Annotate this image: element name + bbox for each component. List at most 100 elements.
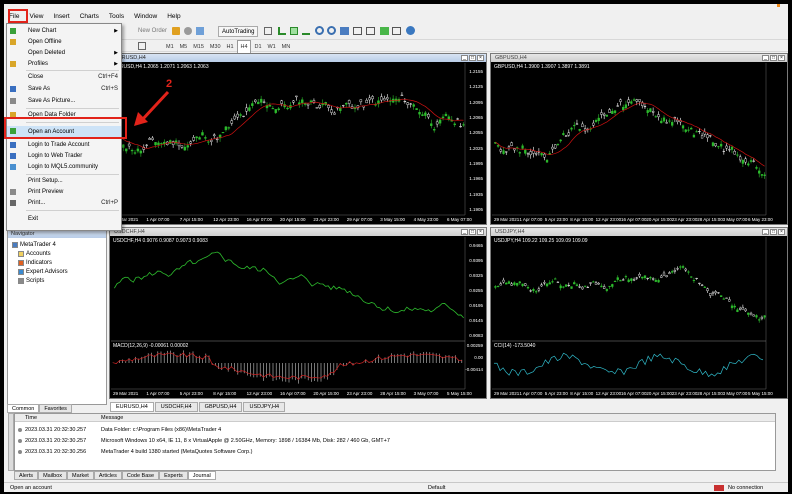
menu-item-label: Save As Picture... [28,98,76,104]
navigator-item-expert-advisors[interactable]: Expert Advisors [18,269,68,275]
terminal-tab-journal[interactable]: Journal [187,471,216,480]
timeframe-m5[interactable]: M5 [178,41,190,53]
chart-window-gbpusd[interactable]: GBPUSD,H4 _ □ × GBPUSD,H4 1.3900 1.3907 1.… [490,53,788,225]
candle-body [736,154,739,156]
chart-canvas-usdjpy[interactable]: USDJPY,H4 109.22 109.25 109.09 109.09 29… [492,237,786,397]
minimize-icon[interactable]: _ [762,55,769,61]
menu-view[interactable]: View [24,11,48,23]
close-icon[interactable]: × [477,229,484,235]
chart-window-usdchf[interactable]: USDCHF,H4 _ □ × USDCHF,H4 0.9076 0.9087 0.… [109,227,487,399]
file-menu-item-login-to-web-trader[interactable]: Login to Web Trader [7,151,121,161]
metaeditor-icon[interactable] [172,27,180,35]
navigator-tab-common[interactable]: Common [7,404,40,413]
maximize-icon[interactable]: □ [770,229,777,235]
indicators-icon[interactable] [380,27,389,35]
log-row[interactable]: 2023.03.31 20:32:30.257 Data Folder: c:\… [15,425,775,435]
menu-tools[interactable]: Tools [104,11,129,23]
candle-body [752,160,755,162]
file-menu-item-new-chart[interactable]: New Chart ▶ [7,26,121,36]
timeframe-m15[interactable]: M15 [191,41,206,53]
column-time[interactable]: Time [25,414,37,422]
file-menu-item-open-deleted[interactable]: Open Deleted ▶ [7,48,121,58]
file-menu-item-save-as[interactable]: Save As Ctrl+S [7,84,121,94]
bar-chart-icon[interactable] [278,27,286,35]
chart-canvas-usdchf[interactable]: USDCHF,H4 0.9076 0.9087 0.9073 0.9083 0.… [111,237,485,397]
line-chart-icon[interactable] [302,27,310,35]
chart-title-usdchf[interactable]: USDCHF,H4 [110,228,486,236]
chart-window-usdjpy[interactable]: USDJPY,H4 _ □ × USDJPY,H4 109.22 109.25 10… [490,227,788,399]
chart-title-gbpusd[interactable]: GBPUSD,H4 [491,54,787,62]
templates-icon[interactable] [406,26,415,35]
timeframe-mn[interactable]: MN [280,41,293,53]
cursor-icon[interactable] [138,42,146,50]
chart-title-eurusd[interactable]: EURUSD,H4 [110,54,486,62]
candle-body [564,284,568,287]
close-icon[interactable]: × [778,55,785,61]
zoom-in-icon[interactable] [315,26,324,35]
tile-windows-icon[interactable] [340,27,349,35]
file-menu-item-print[interactable]: Print... Ctrl+P [7,198,121,208]
minimize-icon[interactable]: _ [762,229,769,235]
timeframe-h4[interactable]: H4 [237,40,251,54]
close-icon[interactable]: × [477,55,484,61]
navigator-item-accounts[interactable]: Accounts [18,251,51,257]
chart-tab-gbpusd[interactable]: GBPUSD,H4 [198,402,243,412]
timeframe-m30[interactable]: M30 [208,41,223,53]
navigator-item-indicators[interactable]: Indicators [18,260,52,266]
file-menu-item-login-to-trade-account[interactable]: Login to Trade Account [7,140,121,150]
file-menu-item-exit[interactable]: Exit [7,214,121,224]
file-menu-item-profiles[interactable]: Profiles ▶ [7,59,121,69]
terminal-tab-mailbox[interactable]: Mailbox [38,471,68,480]
file-menu-item-save-as-picture[interactable]: Save As Picture... [7,96,121,106]
chart-tab-eurusd[interactable]: EURUSD,H4 [110,402,154,412]
minimize-icon[interactable]: _ [461,55,468,61]
terminal-header: Time Message [15,414,775,422]
terminal-tab-alerts[interactable]: Alerts [14,471,39,480]
menu-charts[interactable]: Charts [75,11,104,23]
column-message[interactable]: Message [101,414,123,422]
chart-canvas-gbpusd[interactable]: GBPUSD,H4 1.3900 1.3907 1.3897 1.3891 29… [492,63,786,223]
candlestick-icon[interactable] [290,27,298,35]
options-icon[interactable] [184,27,192,35]
autotrading-button[interactable]: AutoTrading [218,26,259,37]
menu-window[interactable]: Window [129,11,162,23]
timeframe-h1[interactable]: H1 [225,41,236,53]
minimize-icon[interactable]: _ [461,229,468,235]
maximize-icon[interactable]: □ [469,229,476,235]
maximize-icon[interactable]: □ [469,55,476,61]
menu-help[interactable]: Help [162,11,185,23]
terminal-tab-articles[interactable]: Articles [93,471,122,480]
terminal-tab-market[interactable]: Market [67,471,94,480]
candle-body [763,315,766,318]
chart-tab-usdjpy[interactable]: USDJPY,H4 [243,402,286,412]
file-menu-item-print-setup[interactable]: Print Setup... [7,176,121,186]
menu-insert[interactable]: Insert [48,11,74,23]
timeframe-m1[interactable]: M1 [164,41,176,53]
file-menu-item-open-offline[interactable]: Open Offline [7,37,121,47]
maximize-icon[interactable]: □ [770,55,777,61]
market-watch-icon[interactable] [196,27,204,35]
terminal-tab-experts[interactable]: Experts [159,471,188,480]
zoom-out-icon[interactable] [327,26,336,35]
log-row[interactable]: 2023.03.31 20:32:30.257 Microsoft Window… [15,436,775,446]
navigator-tab-favorites[interactable]: Favorites [39,404,72,413]
autoscroll-icon[interactable] [366,27,375,35]
candle-body [548,282,551,285]
chart-tab-usdchf[interactable]: USDCHF,H4 [154,402,198,412]
navigator-root[interactable]: MetaTrader 4 [12,242,56,248]
periods-icon[interactable] [392,27,401,35]
file-menu-item-print-preview[interactable]: Print Preview [7,187,121,197]
timeframe-w1[interactable]: W1 [265,41,277,53]
log-row[interactable]: 2023.03.31 20:32:30.256 MetaTrader 4 bui… [15,447,775,457]
navigator-item-scripts[interactable]: Scripts [18,278,44,284]
chart-title-usdjpy[interactable]: USDJPY,H4 [491,228,787,236]
crosshair-icon[interactable] [264,27,272,35]
login-icon [10,142,16,148]
terminal-tab-code-base[interactable]: Code Base [121,471,160,480]
new-order-button[interactable]: New Order [138,26,167,37]
timeframe-d1[interactable]: D1 [252,41,263,53]
close-icon[interactable]: × [778,229,785,235]
chart-shift-icon[interactable] [353,27,362,35]
file-menu-item-login-to-mql5-community[interactable]: Login to MQL5.community [7,162,121,172]
file-menu-item-close[interactable]: Close Ctrl+F4 [7,72,121,82]
